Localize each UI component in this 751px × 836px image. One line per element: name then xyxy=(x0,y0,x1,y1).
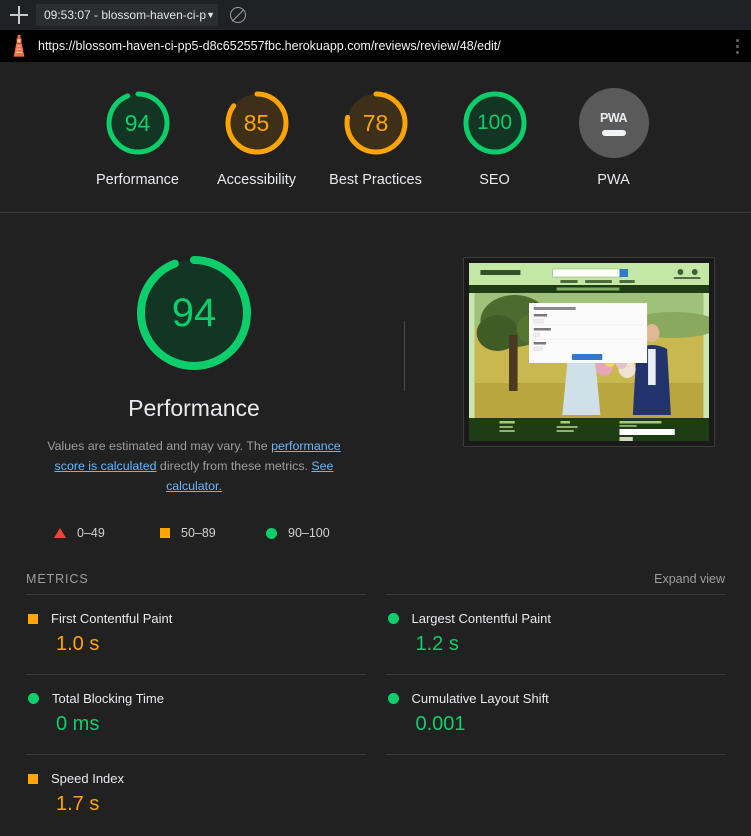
gauge-accessibility[interactable]: 85 Accessibility xyxy=(208,88,305,190)
metric-label: Largest Contentful Paint xyxy=(411,611,551,627)
gauge-ring-seo: 100 xyxy=(460,88,530,158)
metric-value: 0.001 xyxy=(415,713,466,736)
lighthouse-report: 94 Performance 85 Accessibility 78 Best … xyxy=(0,62,751,836)
metric-label: Speed Index xyxy=(51,771,125,787)
gauge-ring-performance: 94 xyxy=(103,88,173,158)
metric-value: 1.0 s xyxy=(56,633,100,656)
pwa-dash-icon xyxy=(601,129,626,136)
performance-description: Values are estimated and may vary. The p… xyxy=(33,436,355,496)
metric-value: 1.7 s xyxy=(56,793,100,816)
metric-largest-contentful-paint[interactable]: Largest Contentful Paint 1.2 s xyxy=(385,594,725,674)
gauge-ring-best-practices: 78 xyxy=(341,88,411,158)
metric-first-contentful-paint[interactable]: First Contentful Paint 1.0 s xyxy=(26,594,366,674)
metric-label: Total Blocking Time xyxy=(52,691,164,707)
url-bar: https://blossom-haven-ci-pp5-d8c652557fb… xyxy=(0,30,751,62)
description-pre: Values are estimated and may vary. The xyxy=(47,439,272,453)
pwa-badge-text: PWA xyxy=(600,110,627,125)
description-mid: directly from these metrics. xyxy=(156,459,312,474)
gauge-label-pwa: PWA xyxy=(597,172,630,188)
circle-icon xyxy=(387,613,399,625)
gauge-pwa[interactable]: PWA PWA xyxy=(565,88,662,190)
performance-section: 94 Performance Values are estimated and … xyxy=(0,213,751,834)
score-legend: 0–49 50–89 90–100 xyxy=(26,526,725,540)
metrics-header: METRICS Expand view xyxy=(26,572,725,586)
legend-item-fail: 0–49 xyxy=(54,526,160,540)
kebab-menu-icon[interactable] xyxy=(729,35,745,57)
legend-label-average: 50–89 xyxy=(181,526,216,541)
category-score-gauges: 94 Performance 85 Accessibility 78 Best … xyxy=(0,62,751,213)
gauge-seo[interactable]: 100 SEO xyxy=(446,88,543,190)
metric-speed-index[interactable]: Speed Index 1.7 s xyxy=(26,754,366,834)
circle-icon xyxy=(266,527,277,539)
performance-score-block: 94 Performance Values are estimated and … xyxy=(26,251,362,496)
vertical-divider xyxy=(404,321,405,391)
gauge-score-seo: 100 xyxy=(476,111,513,134)
gauge-label-performance: Performance xyxy=(95,172,179,188)
screenshot-preview-image xyxy=(469,263,709,441)
gauge-ring-accessibility: 85 xyxy=(222,88,292,158)
performance-gauge-large: 94 xyxy=(132,251,256,375)
gauge-score-accessibility: 85 xyxy=(243,109,270,136)
gauge-score-performance: 94 xyxy=(124,109,151,136)
report-tab[interactable]: 09:53:07 - blossom-haven-ci-p ▼ xyxy=(36,4,219,26)
square-icon xyxy=(160,528,170,539)
legend-label-pass: 90–100 xyxy=(288,526,330,541)
triangle-icon xyxy=(54,528,66,539)
gauge-best-practices[interactable]: 78 Best Practices xyxy=(327,88,424,190)
lighthouse-icon xyxy=(10,35,28,57)
metrics-title: METRICS xyxy=(26,572,89,587)
clear-results-icon[interactable] xyxy=(230,7,247,23)
metric-total-blocking-time[interactable]: Total Blocking Time 0 ms xyxy=(26,674,366,754)
report-tab-label: 09:53:07 - blossom-haven-ci-p xyxy=(44,8,207,22)
performance-title: Performance xyxy=(128,395,260,421)
metric-cumulative-layout-shift[interactable]: Cumulative Layout Shift 0.001 xyxy=(385,674,725,754)
square-icon xyxy=(28,613,38,624)
devtools-tab-strip: 09:53:07 - blossom-haven-ci-p ▼ xyxy=(0,0,751,30)
gauge-label-seo: SEO xyxy=(479,172,510,188)
gauge-score-best-practices: 78 xyxy=(362,109,389,136)
square-icon xyxy=(28,773,38,784)
metrics-grid: First Contentful Paint 1.0 s Largest Con… xyxy=(26,594,725,834)
metric-label: First Contentful Paint xyxy=(51,611,173,627)
screenshot-preview[interactable] xyxy=(463,257,715,447)
new-tab-icon[interactable] xyxy=(8,4,30,26)
metric-value: 0 ms xyxy=(56,713,100,736)
expand-view-button[interactable]: Expand view xyxy=(654,572,725,586)
url-text[interactable]: https://blossom-haven-ci-pp5-d8c652557fb… xyxy=(38,39,719,53)
legend-item-pass: 90–100 xyxy=(266,526,372,540)
legend-item-average: 50–89 xyxy=(160,526,266,540)
metric-value: 1.2 s xyxy=(415,633,459,656)
gauge-label-best-practices: Best Practices xyxy=(329,172,422,188)
metric-placeholder xyxy=(385,754,725,834)
legend-label-fail: 0–49 xyxy=(77,526,105,541)
circle-icon xyxy=(28,693,39,705)
performance-score-large: 94 xyxy=(171,290,217,335)
performance-summary: 94 Performance Values are estimated and … xyxy=(26,213,725,496)
chevron-down-icon[interactable]: ▼ xyxy=(206,10,215,20)
gauge-performance[interactable]: 94 Performance xyxy=(89,88,186,190)
pwa-badge: PWA xyxy=(578,88,649,158)
circle-icon xyxy=(387,693,399,705)
gauge-label-accessibility: Accessibility xyxy=(217,172,296,188)
metric-label: Cumulative Layout Shift xyxy=(411,691,549,707)
